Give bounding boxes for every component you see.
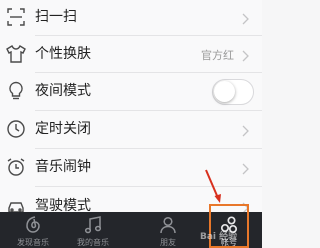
annotation-arrow-icon [205,169,221,203]
watermark: Bai 经验 [200,232,238,242]
